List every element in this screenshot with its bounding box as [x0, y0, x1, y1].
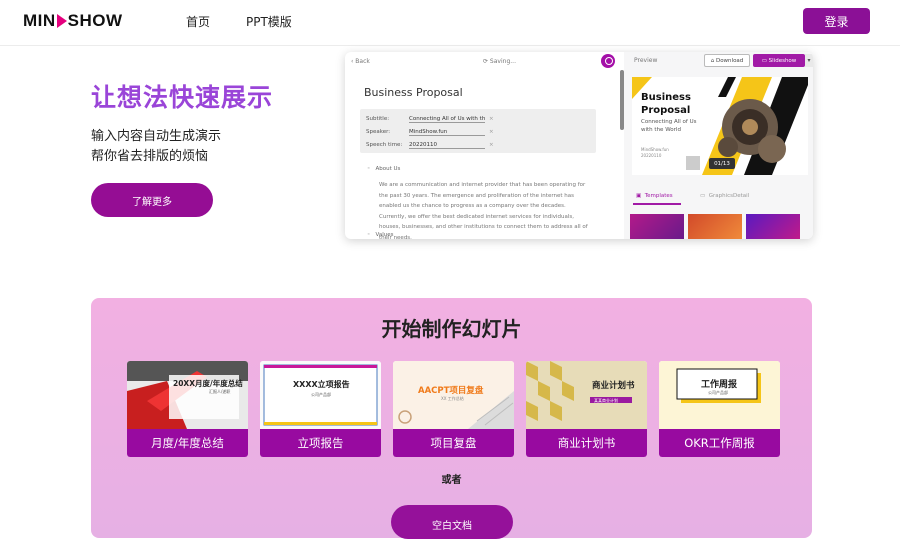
template-image-title: 工作周报: [701, 380, 738, 390]
meta-key: Subtitle:: [366, 116, 390, 122]
template-label: 月度/年度总结: [127, 429, 248, 457]
meta-value: Connecting All of Us with the World: [409, 116, 485, 123]
tab-templates: ▣ Templates: [636, 193, 673, 199]
doc-title: Business Proposal: [364, 86, 463, 99]
about-text: We are a communication and internet prov…: [379, 182, 588, 239]
start-section: 开始制作幻灯片 20XX月度/年度总结 汇报人/述职 月度/年度总结 XXXX立…: [91, 298, 812, 539]
editor-toolbar: ‹ Back ⟳ Saving...: [345, 52, 621, 70]
meta-key: Speech time:: [366, 142, 403, 148]
template-image-sub: 公司产品部: [708, 390, 728, 395]
preview-label: Preview: [634, 57, 658, 64]
template-image-sub: 公司产品部: [311, 392, 331, 397]
mindshow-logo[interactable]: MIN SHOW: [23, 11, 123, 31]
about-heading: ◦ About Us: [367, 166, 401, 172]
template-image: 20XX月度/年度总结 汇报人/述职: [127, 361, 248, 429]
slide-byline: MindShow.fun 20220110: [641, 147, 669, 158]
template-label: OKR工作周报: [659, 429, 780, 457]
template-image-title: 20XX月度/年度总结: [173, 379, 243, 388]
user-avatar-icon: [601, 54, 615, 68]
saving-status: ⟳ Saving...: [483, 58, 516, 65]
template-image-sub: 汇报人/述职: [209, 389, 231, 394]
editor-panel: ‹ Back ⟳ Saving... Business Proposal Sub…: [345, 52, 621, 239]
template-card-business-plan[interactable]: 商业计划书 某某商业计划 商业计划书: [526, 361, 647, 457]
nav-home[interactable]: 首页: [186, 13, 210, 30]
clear-icon: ×: [489, 142, 494, 148]
meta-fields: Subtitle: Connecting All of Us with the …: [360, 109, 596, 153]
slide-title: Business Proposal: [641, 92, 691, 116]
clear-icon: ×: [489, 129, 494, 135]
template-label: 项目复盘: [393, 429, 514, 457]
values-heading: ◦ Values: [367, 232, 394, 238]
template-image-sub: XX 工作总结: [441, 396, 464, 401]
hero-tagline-1: 输入内容自动生成演示: [91, 129, 222, 144]
hero-title: 让想法快速展示: [91, 83, 274, 112]
meta-value: 20220110: [409, 142, 485, 149]
template-label: 商业计划书: [526, 429, 647, 457]
meta-key: Speaker:: [366, 129, 391, 135]
hero-tagline-2: 帮你省去排版的烦恼: [91, 149, 209, 164]
template-card-monthly-summary[interactable]: 20XX月度/年度总结 汇报人/述职 月度/年度总结: [127, 361, 248, 457]
tab-graphics: ▭ GraphicsDetail: [700, 193, 750, 199]
thumbnail-1: [630, 214, 684, 239]
template-image-title: XXXX立项报告: [293, 380, 350, 389]
slideshow-button: ▭ Slideshow: [753, 54, 805, 67]
download-button: ⌂ Download: [704, 54, 750, 67]
template-card-project-review[interactable]: AACPT项目复盘 XX 工作总结 项目复盘: [393, 361, 514, 457]
template-label: 立项报告: [260, 429, 381, 457]
learn-more-button[interactable]: 了解更多: [91, 183, 213, 217]
logo-text-right: SHOW: [67, 11, 123, 30]
preview-tabs: ▣ Templates ▭ GraphicsDetail: [624, 190, 813, 205]
template-image-title: AACPT项目复盘: [418, 386, 484, 396]
slide-preview: Business Proposal Connecting All of Us w…: [632, 77, 808, 175]
meta-row-speech-time: Speech time: 20220110 ×: [366, 142, 494, 149]
template-thumbnails: [630, 214, 800, 239]
back-link: ‹ Back: [351, 58, 370, 65]
template-card-okr-weekly[interactable]: 工作周报 公司产品部 OKR工作周报: [659, 361, 780, 457]
thumbnail-2: [688, 214, 742, 239]
slide-subtitle: Connecting All of Us with the World: [641, 119, 697, 133]
slide-counter: 01/13: [709, 158, 735, 169]
meta-row-subtitle: Subtitle: Connecting All of Us with the …: [366, 116, 494, 123]
logo-text-left: MIN: [23, 11, 56, 30]
blank-document-button[interactable]: 空白文档: [391, 505, 513, 539]
template-image: AACPT项目复盘 XX 工作总结: [393, 361, 514, 429]
meta-row-speaker: Speaker: MindShow.fun ×: [366, 129, 494, 136]
login-button[interactable]: 登录: [803, 8, 870, 34]
preview-toolbar: Preview ⌂ Download ▭ Slideshow ▾: [624, 52, 813, 70]
logo-triangle-icon: [56, 14, 67, 28]
template-image: 商业计划书 某某商业计划: [526, 361, 647, 429]
or-divider-text: 或者: [441, 475, 462, 486]
template-graphic: [526, 361, 647, 429]
template-graphic: [127, 361, 248, 429]
clear-icon: ×: [489, 116, 494, 122]
template-image: 工作周报 公司产品部: [659, 361, 780, 429]
app-preview-image: ‹ Back ⟳ Saving... Business Proposal Sub…: [345, 52, 813, 239]
template-image: XXXX立项报告 公司产品部: [260, 361, 381, 429]
tab-underline: [633, 203, 681, 205]
meta-value: MindShow.fun: [409, 129, 485, 136]
template-image-title: 商业计划书: [592, 381, 635, 391]
start-section-title: 开始制作幻灯片: [381, 317, 522, 341]
thumbnail-3: [746, 214, 800, 239]
nav-ppt-templates[interactable]: PPT模版: [246, 13, 292, 30]
preview-panel: Preview ⌂ Download ▭ Slideshow ▾ Busines…: [624, 52, 813, 239]
template-card-project-proposal[interactable]: XXXX立项报告 公司产品部 立项报告: [260, 361, 381, 457]
chevron-down-icon: ▾: [805, 54, 813, 67]
template-image-sub: 某某商业计划: [594, 398, 618, 403]
top-nav-bar: MIN SHOW 首页 PPT模版 登录: [0, 0, 900, 46]
